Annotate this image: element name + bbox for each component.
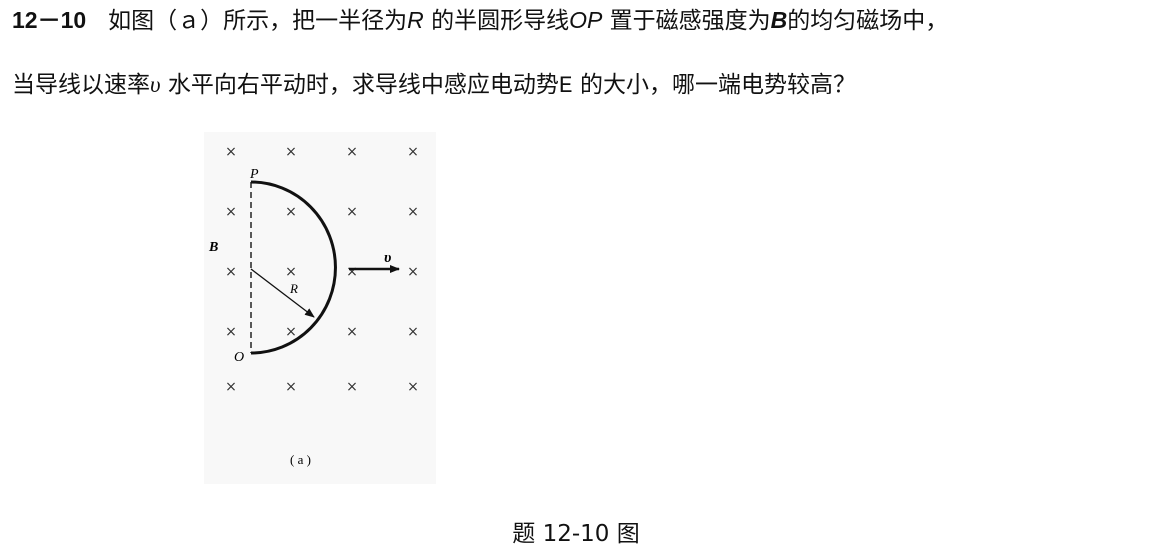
field-cross-mark: × (285, 324, 297, 340)
field-cross-mark: × (285, 144, 297, 160)
label-O: O (234, 350, 244, 365)
field-cross-mark: × (346, 204, 358, 220)
field-cross-mark: × (407, 324, 419, 340)
field-cross-mark: × (407, 144, 419, 160)
field-cross-mark: × (285, 379, 297, 395)
field-cross-mark: × (346, 379, 358, 395)
label-P: P (249, 167, 259, 182)
label-R: R (289, 281, 298, 296)
field-cross-mark: × (225, 144, 237, 160)
field-cross-mark: × (285, 264, 297, 280)
problem-number: 12－10 (12, 7, 87, 33)
text-segment: 的均匀磁场中， (787, 8, 949, 34)
text-segment: 如图（ａ）所示，把一半径为 (108, 8, 408, 34)
figure-a: × × × × × × × × × × × × × × × × × × × × P O B R υ ( a ) (204, 132, 436, 484)
figure-sub-label: ( a ) (290, 452, 311, 467)
field-cross-mark: × (225, 324, 237, 340)
text-segment: 置于磁感强度为 (602, 8, 771, 34)
text-segment: 的半圆形导线 (423, 8, 570, 34)
text-segment: 水平向右平动时，求导线中感应电动势 (160, 72, 559, 98)
symbol-v: υ (150, 72, 161, 97)
field-cross-mark: × (346, 144, 358, 160)
field-cross-mark: × (225, 379, 237, 395)
symbol-R: R (407, 7, 424, 33)
figure-caption: 题 12-10 图 (512, 521, 640, 547)
symbol-OP: OP (569, 7, 603, 33)
text-segment: 当导线以速率 (12, 72, 150, 98)
radius-arrow (250, 268, 315, 318)
field-cross-mark: × (285, 204, 297, 220)
field-cross-mark: × (346, 264, 358, 280)
symbol-E: E (558, 73, 573, 99)
label-v: υ (384, 250, 391, 266)
label-B: B (208, 240, 218, 255)
field-cross-mark: × (407, 264, 419, 280)
field-cross-mark: × (407, 204, 419, 220)
figure-diagram: × × × × × × × × × × × × × × × × × × × × P O B R υ ( a ) (208, 144, 419, 467)
field-cross-mark: × (407, 379, 419, 395)
symbol-B: B (770, 7, 788, 33)
field-cross-mark: × (225, 204, 237, 220)
problem-statement-line-2: 当导线以速率υ 水平向右平动时，求导线中感应电动势E 的大小，哪一端电势较高？ (12, 70, 856, 101)
problem-statement-line-1: 12－10 如图（ａ）所示，把一半径为R 的半圆形导线OP 置于磁感强度为B的均匀… (12, 5, 948, 36)
text-segment: 的大小，哪一端电势较高？ (572, 72, 856, 98)
field-cross-mark: × (225, 264, 237, 280)
field-cross-mark: × (346, 324, 358, 340)
